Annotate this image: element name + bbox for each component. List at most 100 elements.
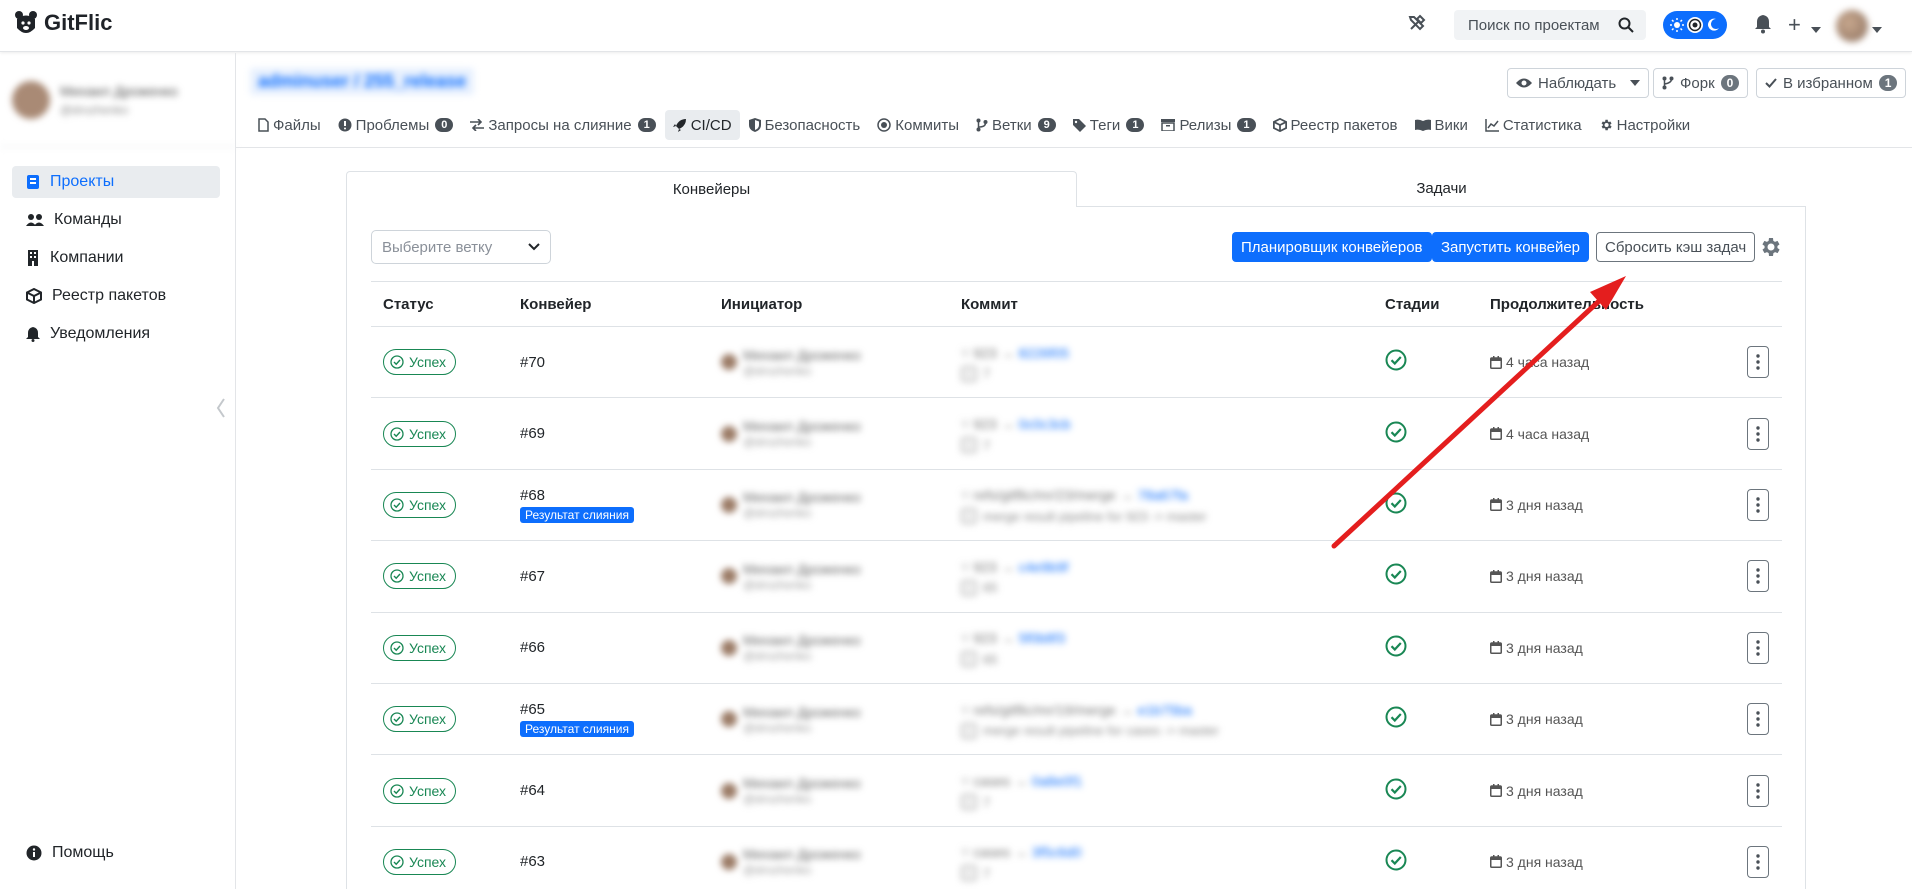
pipeline-id-link[interactable]: #63: [520, 853, 545, 870]
row-actions-kebab-icon[interactable]: [1747, 631, 1769, 664]
status-badge[interactable]: Успех: [383, 706, 457, 733]
tab-security[interactable]: Безопасность: [741, 110, 869, 140]
tab-branches[interactable]: Ветки 9: [968, 110, 1064, 140]
commit-ref[interactable]: ⑂ 923 → 0c0c3cb: [961, 414, 1071, 434]
initiator[interactable]: Михаил Дроженко @drozhenko: [721, 775, 861, 806]
commit-hash-link[interactable]: 0c0c3cb: [1018, 416, 1070, 432]
commit-hash-link[interactable]: e1b75ba: [1137, 702, 1192, 718]
row-actions-kebab-icon[interactable]: [1747, 845, 1769, 878]
table-row[interactable]: Успех #66 Михаил Дроженко @drozhenko ⑂ 9…: [371, 613, 1782, 684]
pipeline-id-link[interactable]: #64: [520, 782, 545, 799]
initiator[interactable]: Михаил Дроженко @drozhenko: [721, 846, 861, 877]
auto-theme-icon[interactable]: [1686, 16, 1704, 34]
table-row[interactable]: Успех #70 Михаил Дроженко @drozhenko ⑂ 9…: [371, 327, 1782, 399]
commit-ref[interactable]: ⑂ cases → 3f5c6d0: [961, 842, 1081, 862]
sidebar-item-notifications[interactable]: Уведомления: [12, 318, 220, 350]
search-input[interactable]: [1468, 16, 1618, 34]
stage-success-icon[interactable]: [1385, 635, 1407, 661]
row-actions-kebab-icon[interactable]: [1747, 703, 1769, 736]
row-actions-kebab-icon[interactable]: [1747, 488, 1769, 521]
stage-success-icon[interactable]: [1385, 349, 1407, 375]
table-row[interactable]: Успех #64 Михаил Дроженко @drozhenko ⑂ c…: [371, 755, 1782, 827]
initiator[interactable]: Михаил Дроженко @drozhenko: [721, 632, 861, 663]
sidebar-item-teams[interactable]: Команды: [12, 204, 220, 236]
tab-pipelines[interactable]: Конвейеры: [346, 171, 1077, 207]
status-badge[interactable]: Успех: [383, 491, 457, 518]
notifications-bell-icon[interactable]: [1754, 14, 1772, 38]
table-row[interactable]: Успех #68 Результат слияния Михаил Дроже…: [371, 470, 1782, 542]
theme-switcher[interactable]: [1663, 11, 1727, 39]
stage-success-icon[interactable]: [1385, 706, 1407, 732]
tab-commits[interactable]: Коммиты: [869, 110, 967, 140]
tab-wiki[interactable]: Вики: [1407, 110, 1476, 140]
tab-statistics[interactable]: Статистика: [1477, 110, 1590, 140]
favorite-button[interactable]: В избранном 1: [1756, 68, 1907, 98]
status-badge[interactable]: Успех: [383, 563, 457, 590]
status-badge[interactable]: Успех: [383, 848, 457, 875]
help-link[interactable]: Помощь: [26, 844, 114, 862]
status-badge[interactable]: Успех: [383, 634, 457, 661]
sidebar-item-packages[interactable]: Реестр пакетов: [12, 280, 220, 312]
user-avatar[interactable]: [1836, 10, 1868, 42]
collapse-sidebar-chevron-icon[interactable]: [216, 398, 226, 422]
row-actions-kebab-icon[interactable]: [1747, 560, 1769, 593]
row-actions-kebab-icon[interactable]: [1747, 417, 1769, 450]
stage-success-icon[interactable]: [1385, 849, 1407, 875]
tab-issues[interactable]: Проблемы 0: [330, 110, 462, 140]
tab-tags[interactable]: Теги 1: [1065, 110, 1153, 140]
pipeline-id-link[interactable]: #67: [520, 568, 545, 585]
row-actions-kebab-icon[interactable]: [1747, 774, 1769, 807]
project-search[interactable]: [1454, 10, 1646, 40]
status-badge[interactable]: Успех: [383, 349, 457, 376]
status-badge[interactable]: Успех: [383, 420, 457, 447]
sidebar-item-companies[interactable]: Компании: [12, 242, 220, 274]
tab-jobs[interactable]: Задачи: [1077, 171, 1806, 207]
run-pipeline-button[interactable]: Запустить конвейер: [1432, 232, 1590, 262]
commit-ref[interactable]: ⑂ refs/gitflic/mr/23/merge → 78a67fa: [961, 485, 1207, 505]
commit-ref[interactable]: ⑂ 923 → 5f0b8f3: [961, 628, 1065, 648]
stage-success-icon[interactable]: [1385, 563, 1407, 589]
fork-button[interactable]: Форк 0: [1653, 68, 1749, 98]
moon-icon[interactable]: [1706, 18, 1720, 32]
stage-success-icon[interactable]: [1385, 492, 1407, 518]
sun-icon[interactable]: [1670, 18, 1684, 32]
chevron-down-icon[interactable]: [1872, 20, 1882, 37]
branch-select[interactable]: Выберите ветку: [371, 230, 551, 264]
gitflic-logo[interactable]: GitFlic: [14, 10, 112, 36]
table-row[interactable]: Успех #69 Михаил Дроженко @drozhenko ⑂ 9…: [371, 398, 1782, 470]
tools-icon[interactable]: [1408, 14, 1426, 36]
pipeline-id-link[interactable]: #69: [520, 425, 545, 442]
status-badge[interactable]: Успех: [383, 777, 457, 804]
tab-settings[interactable]: Настройки: [1591, 110, 1699, 140]
table-row[interactable]: Успех #67 Михаил Дроженко @drozhenko ⑂ 9…: [371, 541, 1782, 613]
sidebar-item-projects[interactable]: Проекты: [12, 166, 220, 198]
tab-cicd[interactable]: CI/CD: [664, 110, 740, 140]
initiator[interactable]: Михаил Дроженко @drozhenko: [721, 704, 861, 735]
user-profile-block[interactable]: Михаил Дроженко @drozhenko: [0, 53, 236, 147]
tab-files[interactable]: Файлы: [250, 110, 329, 140]
tab-package-registry[interactable]: Реестр пакетов: [1265, 110, 1406, 140]
commit-ref[interactable]: ⑂ 923 → c4e9b9f: [961, 557, 1068, 577]
commit-hash-link[interactable]: 5f0b8f3: [1018, 630, 1065, 646]
commit-ref[interactable]: ⑂ 923 → 8226f05: [961, 343, 1069, 363]
tab-merge-requests[interactable]: Запросы на слияние 1: [462, 110, 663, 140]
commit-hash-link[interactable]: 8226f05: [1018, 345, 1069, 361]
row-actions-kebab-icon[interactable]: [1747, 346, 1769, 379]
stage-success-icon[interactable]: [1385, 778, 1407, 804]
watch-button[interactable]: Наблюдать: [1507, 68, 1650, 98]
table-row[interactable]: Успех #65 Результат слияния Михаил Дроже…: [371, 684, 1782, 756]
commit-hash-link[interactable]: c4e9b9f: [1018, 559, 1068, 575]
initiator[interactable]: Михаил Дроженко @drozhenko: [721, 561, 861, 592]
commit-hash-link[interactable]: 78a67fa: [1137, 487, 1188, 503]
stage-success-icon[interactable]: [1385, 421, 1407, 447]
initiator[interactable]: Михаил Дроженко @drozhenko: [721, 489, 861, 520]
pipeline-id-link[interactable]: #66: [520, 639, 545, 656]
commit-ref[interactable]: ⑂ cases → 0a8e0f1: [961, 771, 1082, 791]
initiator[interactable]: Михаил Дроженко @drozhenko: [721, 347, 861, 378]
reset-job-cache-button[interactable]: Сбросить кэш задач: [1596, 232, 1756, 262]
pipeline-id-link[interactable]: #68: [520, 487, 634, 504]
search-icon[interactable]: [1618, 17, 1634, 33]
pipeline-settings-gear-icon[interactable]: [1758, 235, 1782, 263]
tab-releases[interactable]: Релизы 1: [1153, 110, 1263, 140]
commit-hash-link[interactable]: 3f5c6d0: [1032, 844, 1082, 860]
